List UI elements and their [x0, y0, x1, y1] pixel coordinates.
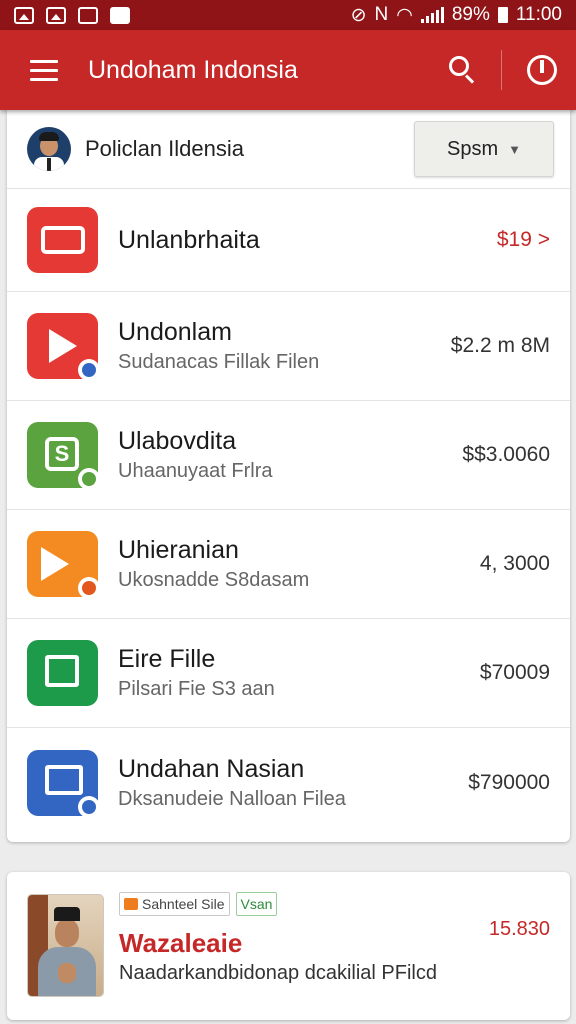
menu-icon[interactable] — [0, 30, 88, 110]
list-item[interactable]: Uhieranian Ukosnadde S8dasam 4, 3000 — [7, 510, 570, 619]
featured-card[interactable]: Sahnteel Sile Vsan Wazaleaie Naadarkandb… — [7, 872, 570, 1020]
wallet-icon — [27, 207, 98, 273]
chevron-down-icon: ▼ — [508, 141, 521, 157]
account-name: Policlan Ildensia — [85, 136, 244, 161]
media-icon — [27, 531, 100, 599]
nfc-icon: N — [374, 4, 389, 25]
avatar[interactable] — [27, 127, 71, 171]
item-title: Eire Fille — [118, 645, 216, 673]
battery-level: 89% — [451, 4, 490, 25]
signal-icon — [420, 7, 444, 23]
dropdown-label: Spsm — [447, 137, 499, 160]
item-value: $$3.0060 — [462, 443, 550, 466]
wifi-icon: ◠ — [396, 4, 413, 26]
mute-icon: ⊘ — [350, 4, 367, 26]
item-subtitle: Ukosnadde S8dasam — [118, 569, 310, 591]
document-icon — [27, 749, 100, 818]
category-icon — [124, 898, 138, 910]
item-title: Undahan Nasian — [118, 754, 305, 783]
featured-title: Wazaleaie — [119, 928, 243, 958]
item-subtitle: Sudanacas Fillak Filen — [118, 351, 320, 373]
list-item[interactable]: Undahan Nasian Dksanudeie Nalloan Filea … — [7, 728, 570, 837]
list-item[interactable]: Eire Fille Pilsari Fie S3 aan $70009 — [7, 619, 570, 728]
mail-icon — [78, 6, 98, 24]
item-title: Undonlam — [118, 318, 232, 346]
gallery-icon — [14, 6, 34, 24]
photo-icon — [46, 6, 66, 24]
message-icon — [110, 6, 130, 24]
item-value: $790000 — [468, 770, 550, 794]
battery-icon — [497, 7, 508, 23]
status-bar: ⊘ N ◠ 89% 11:00 — [0, 0, 576, 30]
featured-photo — [27, 894, 104, 997]
status-badge: Vsan — [235, 892, 278, 916]
clock: 11:00 — [515, 4, 562, 25]
item-subtitle: Pilsari Fie S3 aan — [118, 678, 275, 700]
list-item[interactable]: Unlanbrhaita $19 > — [7, 189, 570, 292]
item-value: $70009 — [479, 661, 550, 684]
app-list-card: Policlan Ildensia Spsm ▼ Unlanbrhaita $1… — [7, 110, 570, 842]
files-icon — [27, 640, 98, 706]
account-row: Policlan Ildensia Spsm ▼ — [7, 110, 570, 189]
item-value: $19 > — [496, 228, 550, 251]
list-item[interactable]: S Ulabovdita Uhaanuyaat Frlra $$3.0060 — [7, 401, 570, 510]
item-title: Ulabovdita — [118, 427, 237, 455]
sheet-icon: S — [27, 422, 100, 490]
item-subtitle: Uhaanuyaat Frlra — [118, 460, 273, 482]
category-tag: Sahnteel Sile — [119, 892, 230, 916]
divider — [501, 50, 502, 90]
badge-label: Vsan — [240, 896, 273, 912]
tag-label: Sahnteel Sile — [142, 896, 225, 912]
list-item[interactable]: Undonlam Sudanacas Fillak Filen $2.2 m 8… — [7, 292, 570, 401]
item-title: Unlanbrhaita — [118, 226, 260, 254]
featured-subtitle: Naadarkandbidonap dcakilial PFilcd — [119, 962, 437, 984]
app-title: Undoham Indonsia — [88, 55, 298, 84]
account-dropdown[interactable]: Spsm ▼ — [414, 121, 554, 177]
play-icon — [27, 313, 100, 381]
item-title: Uhieranian — [118, 536, 239, 564]
app-bar: Undoham Indonsia — [0, 30, 576, 110]
power-icon[interactable] — [510, 30, 576, 110]
search-icon[interactable] — [433, 30, 493, 110]
item-subtitle: Dksanudeie Nalloan Filea — [118, 787, 346, 810]
item-value: 4, 3000 — [479, 552, 550, 575]
featured-value: 15.830 — [488, 918, 550, 940]
item-value: $2.2 m 8M — [450, 334, 550, 357]
